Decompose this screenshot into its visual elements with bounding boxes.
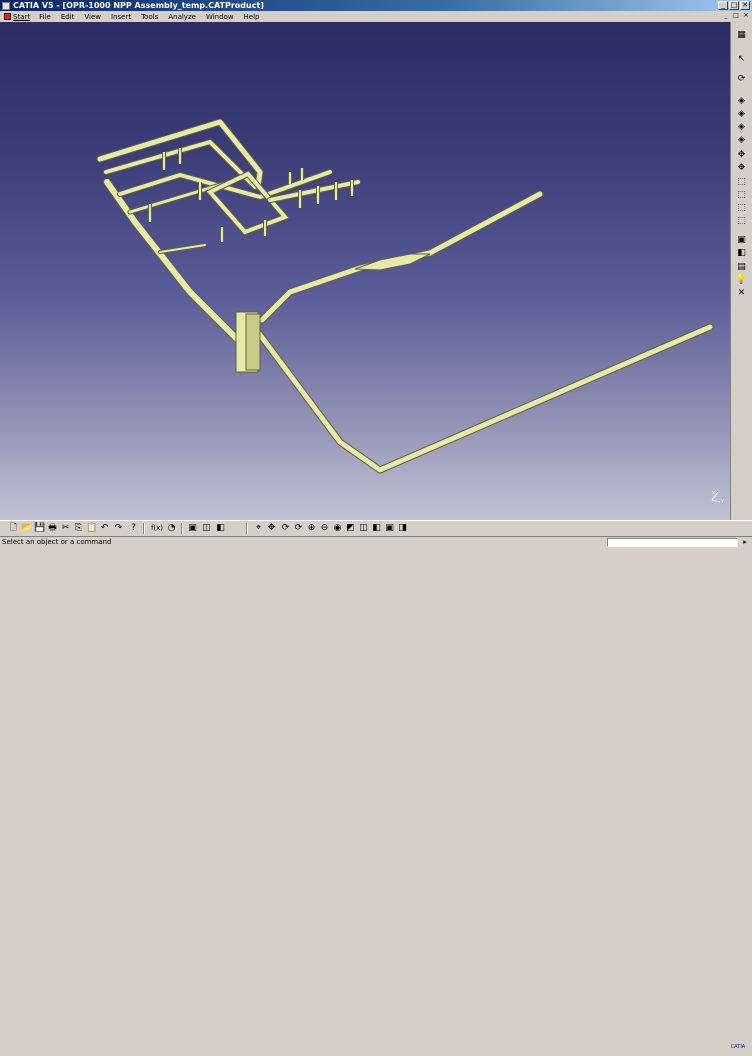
cut-icon[interactable]: ✂: [60, 523, 71, 534]
menu-help[interactable]: Help: [239, 13, 265, 21]
toolbar-separator: [143, 523, 145, 534]
save-icon[interactable]: 💾: [34, 523, 45, 534]
menu-analyze[interactable]: Analyze: [163, 13, 201, 21]
paste-icon[interactable]: 📋: [86, 523, 97, 534]
assembly-3-icon[interactable]: ◈: [735, 122, 748, 133]
menu-view[interactable]: View: [79, 13, 106, 21]
scene-3-icon[interactable]: ▤: [735, 262, 748, 273]
knowledge-icon[interactable]: ◔: [166, 523, 177, 534]
cross-icon[interactable]: ✕: [735, 288, 748, 299]
assembly-1-icon[interactable]: ◈: [735, 96, 748, 107]
doc-restore-button[interactable]: □: [732, 12, 740, 20]
fit-all-icon[interactable]: ✥: [266, 523, 277, 534]
menu-window[interactable]: Window: [201, 13, 239, 21]
scene-2-icon[interactable]: ◧: [735, 248, 748, 259]
formula-icon[interactable]: f(x): [150, 523, 164, 534]
command-input[interactable]: [607, 538, 738, 547]
constraint-4-icon[interactable]: ⬚: [735, 216, 748, 227]
constraint-1-icon[interactable]: ⬚: [735, 177, 748, 188]
maximize-button[interactable]: □: [729, 1, 739, 10]
normal-view-icon[interactable]: ◉: [332, 523, 343, 534]
pipe-assembly-model[interactable]: .pipe { fill: none; stroke: #5f6140; str…: [0, 22, 730, 520]
move-icon[interactable]: ✥: [735, 150, 748, 161]
spin-icon[interactable]: ⟳: [735, 74, 748, 85]
tree-icon[interactable]: ▦: [735, 30, 748, 41]
pointer-icon[interactable]: ↖: [735, 54, 748, 65]
hide-show-icon[interactable]: ▣: [384, 523, 395, 534]
status-bar: Select an object or a command ▸: [0, 536, 752, 549]
undo-icon[interactable]: ↶: [99, 523, 110, 534]
toolbar-separator: [246, 523, 248, 534]
library-icon[interactable]: ◫: [201, 523, 212, 534]
riser-block: [235, 311, 261, 373]
iso-view-icon[interactable]: ◫: [358, 523, 369, 534]
constraint-2-icon[interactable]: ⬚: [735, 190, 748, 201]
snap-icon[interactable]: ✥: [735, 163, 748, 174]
bulb-icon[interactable]: 💡: [735, 275, 748, 286]
document-controls: _ □ ✕: [722, 12, 750, 20]
catia-logo-text: CATIA: [730, 1044, 746, 1050]
bottom-toolbar: 🗋 📂 💾 🖶 ✂ ⎘ 📋 ↶ ↷ ? f(x) ◔ ▣ ◫ ◧ ⌖ ✥ ⟳ ⟳…: [0, 520, 752, 1050]
assembly-2-icon[interactable]: ◈: [735, 109, 748, 120]
start-icon: [4, 13, 11, 20]
create-multi-view-icon[interactable]: ◩: [345, 523, 356, 534]
menu-tools[interactable]: Tools: [136, 13, 163, 21]
open-icon[interactable]: 📂: [21, 523, 32, 534]
right-toolbar: ▦ ↖ ⟳ ◈ ◈ ◈ ◈ ✥ ✥ ⬚ ⬚ ⬚ ⬚ ▣ ◧ ▤ 💡 ✕: [730, 22, 752, 520]
doc-close-button[interactable]: ✕: [742, 12, 750, 20]
print-icon[interactable]: 🖶: [47, 523, 58, 534]
new-icon[interactable]: 🗋: [8, 523, 19, 534]
window-controls: _ □ ✕: [718, 1, 750, 10]
catia-app-icon[interactable]: [2, 1, 10, 10]
rotate-icon[interactable]: ⟳: [293, 523, 304, 534]
redo-icon[interactable]: ↷: [113, 523, 124, 534]
close-button[interactable]: ✕: [740, 1, 750, 10]
shading-icon[interactable]: ◧: [371, 523, 382, 534]
command-arrow-icon[interactable]: ▸: [740, 538, 750, 547]
publish-icon[interactable]: ◧: [215, 523, 226, 534]
zoom-in-icon[interactable]: ⊕: [306, 523, 317, 534]
zoom-out-icon[interactable]: ⊖: [319, 523, 330, 534]
minimize-button[interactable]: _: [718, 1, 728, 10]
compass-y-label: y: [721, 498, 724, 504]
copy-icon[interactable]: ⎘: [73, 523, 84, 534]
start-menu[interactable]: Start: [0, 13, 34, 21]
menu-file[interactable]: File: [34, 13, 56, 21]
toolbar-separator: [181, 523, 183, 534]
constraint-3-icon[interactable]: ⬚: [735, 203, 748, 214]
scene-1-icon[interactable]: ▣: [735, 235, 748, 246]
catia-logo: CATIA: [728, 1044, 748, 1056]
swap-visible-space-icon[interactable]: ◨: [397, 523, 408, 534]
catalog-icon[interactable]: ▣: [187, 523, 198, 534]
main-pipe-run: [103, 178, 714, 474]
status-message: Select an object or a command: [2, 538, 112, 546]
assembly-4-icon[interactable]: ◈: [735, 135, 748, 146]
menu-edit[interactable]: Edit: [56, 13, 80, 21]
3d-viewport[interactable]: .pipe { fill: none; stroke: #5f6140; str…: [0, 22, 730, 520]
menu-insert[interactable]: Insert: [106, 13, 136, 21]
compass-x-label: x: [712, 490, 715, 496]
fly-icon[interactable]: ⌖: [253, 523, 264, 534]
whats-this-icon[interactable]: ?: [128, 523, 139, 534]
title-bar: CATIA V5 - [OPR-1000 NPP Assembly_temp.C…: [0, 0, 752, 11]
start-label: Start: [13, 12, 31, 21]
pan-icon[interactable]: ⟳: [280, 523, 291, 534]
window-title: CATIA V5 - [OPR-1000 NPP Assembly_temp.C…: [13, 1, 264, 10]
doc-minimize-button[interactable]: _: [722, 12, 730, 20]
